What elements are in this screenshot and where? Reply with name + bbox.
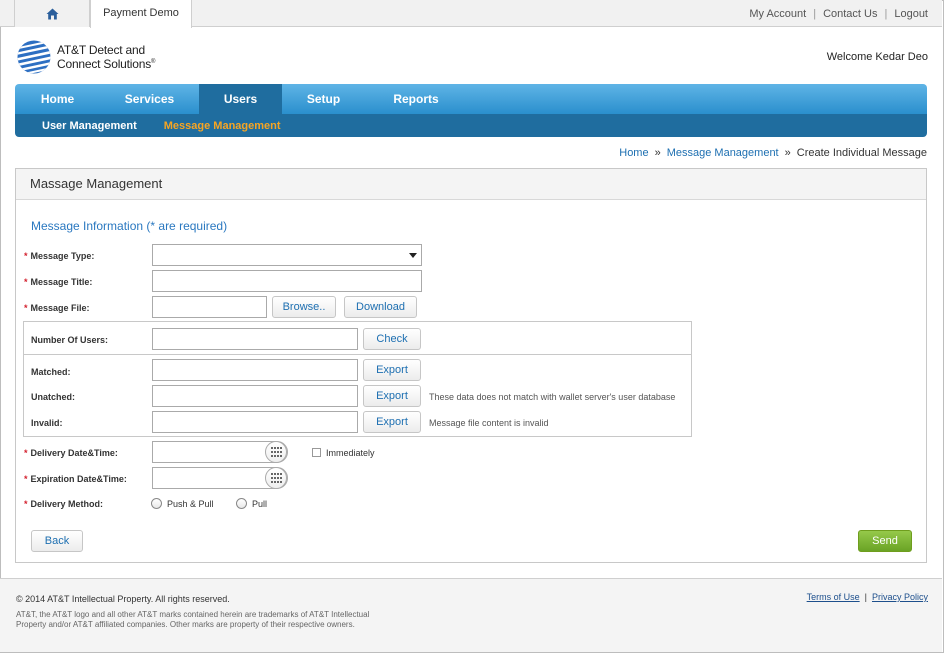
- required-mark: *: [24, 277, 28, 287]
- calendar-button[interactable]: [265, 467, 287, 489]
- message-file-input[interactable]: [152, 296, 267, 318]
- calendar-button[interactable]: [265, 441, 287, 463]
- message-title-label: * Message Title:: [24, 277, 92, 287]
- link-separator: |: [864, 592, 867, 602]
- nav-item-users[interactable]: Users: [199, 84, 282, 114]
- breadcrumb-separator: »: [784, 147, 791, 159]
- breadcrumb-home[interactable]: Home: [619, 147, 648, 159]
- tab-payment-demo[interactable]: Payment Demo: [90, 0, 192, 28]
- nav-sub: User Management Message Management: [15, 114, 927, 137]
- registered-mark: ®: [151, 59, 156, 65]
- download-button[interactable]: Download: [344, 296, 417, 318]
- required-mark: *: [24, 251, 28, 261]
- subnav-message-management[interactable]: Message Management: [164, 120, 281, 132]
- message-type-label: * Message Type:: [24, 251, 94, 261]
- invalid-input[interactable]: [152, 411, 358, 433]
- expiration-datetime-label-text: Expiration Date&Time:: [30, 474, 127, 484]
- top-links: My Account | Contact Us | Logout: [749, 8, 928, 20]
- breadcrumb: Home » Message Management » Create Individua…: [619, 147, 927, 159]
- footer-links: Terms of Use | Privacy Policy: [807, 592, 928, 602]
- message-type-label-text: Message Type:: [30, 251, 95, 261]
- push-pull-radio[interactable]: [151, 498, 162, 509]
- breadcrumb-current: Create Individual Message: [796, 147, 927, 159]
- expiration-datetime-label: * Expiration Date&Time:: [24, 474, 127, 484]
- privacy-policy-link[interactable]: Privacy Policy: [872, 592, 928, 602]
- nav-item-services[interactable]: Services: [100, 84, 199, 114]
- message-file-label-text: Message File:: [30, 303, 90, 313]
- panel-title: Massage Management: [16, 169, 926, 200]
- my-account-link[interactable]: My Account: [749, 8, 806, 20]
- required-mark: *: [24, 474, 28, 484]
- delivery-method-label-text: Delivery Method:: [30, 499, 104, 509]
- welcome-text: Welcome Kedar Deo: [826, 51, 928, 63]
- brand-line-1: AT&T Detect and: [57, 43, 145, 57]
- delivery-method-label: * Delivery Method:: [24, 499, 103, 509]
- calendar-icon: [270, 473, 282, 483]
- delivery-datetime-input[interactable]: [152, 441, 288, 463]
- check-button[interactable]: Check: [363, 328, 421, 350]
- delivery-datetime-label-text: Delivery Date&Time:: [30, 448, 118, 458]
- send-button[interactable]: Send: [858, 530, 912, 552]
- expiration-datetime-input[interactable]: [152, 467, 288, 489]
- link-separator: |: [884, 8, 888, 20]
- message-title-label-text: Message Title:: [30, 277, 93, 287]
- nav-main: Home Services Users Setup Reports: [15, 84, 927, 114]
- home-tab[interactable]: [14, 0, 90, 27]
- nav-item-reports[interactable]: Reports: [365, 84, 467, 114]
- matched-input[interactable]: [152, 359, 358, 381]
- box-divider: [24, 354, 691, 355]
- brand-line-2: Connect Solutions®: [57, 56, 155, 70]
- link-separator: |: [813, 8, 817, 20]
- nav-item-home[interactable]: Home: [15, 84, 100, 114]
- delivery-datetime-label: * Delivery Date&Time:: [24, 448, 118, 458]
- att-globe-icon: [17, 40, 51, 74]
- number-of-users-label: Number Of Users:: [31, 335, 109, 345]
- push-pull-label: Push & Pull: [167, 499, 214, 509]
- home-icon: [46, 8, 58, 19]
- brand-line-2-text: Connect Solutions: [57, 57, 151, 71]
- required-mark: *: [24, 448, 28, 458]
- message-panel: Massage Management Message Information (…: [15, 168, 927, 563]
- att-logo[interactable]: AT&T Detect and Connect Solutions®: [17, 40, 155, 74]
- immediately-label: Immediately: [326, 448, 375, 458]
- logout-link[interactable]: Logout: [894, 8, 928, 20]
- top-bar: Payment Demo My Account | Contact Us | Logou…: [0, 0, 942, 28]
- unmatched-input[interactable]: [152, 385, 358, 407]
- unmatched-label: Unatched:: [31, 392, 76, 402]
- message-title-input[interactable]: [152, 270, 422, 292]
- immediately-checkbox[interactable]: [312, 448, 321, 457]
- copyright: © 2014 AT&T Intellectual Property. All r…: [16, 594, 230, 604]
- user-count-box: Number Of Users: Check Matched: Export U…: [23, 321, 692, 437]
- message-file-label: * Message File:: [24, 303, 90, 313]
- chevron-down-icon: [409, 253, 417, 258]
- invalid-label: Invalid:: [31, 418, 63, 428]
- brand-text: AT&T Detect and Connect Solutions®: [57, 44, 155, 70]
- matched-label: Matched:: [31, 367, 71, 377]
- subnav-user-management[interactable]: User Management: [42, 120, 137, 132]
- required-mark: *: [24, 303, 28, 313]
- browse-button[interactable]: Browse..: [272, 296, 336, 318]
- terms-of-use-link[interactable]: Terms of Use: [807, 592, 860, 602]
- nav-item-setup[interactable]: Setup: [282, 84, 365, 114]
- section-title: Message Information (* are required): [31, 219, 228, 233]
- export-invalid-button[interactable]: Export: [363, 411, 421, 433]
- contact-us-link[interactable]: Contact Us: [823, 8, 877, 20]
- number-of-users-input[interactable]: [152, 328, 358, 350]
- breadcrumb-message-management[interactable]: Message Management: [667, 147, 779, 159]
- invalid-note: Message file content is invalid: [429, 418, 549, 428]
- footer: © 2014 AT&T Intellectual Property. All r…: [0, 578, 942, 652]
- message-type-select[interactable]: [152, 244, 422, 266]
- back-button[interactable]: Back: [31, 530, 83, 552]
- breadcrumb-separator: »: [654, 147, 661, 159]
- export-matched-button[interactable]: Export: [363, 359, 421, 381]
- export-unmatched-button[interactable]: Export: [363, 385, 421, 407]
- required-mark: *: [24, 499, 28, 509]
- legal-text: AT&T, the AT&T logo and all other AT&T m…: [16, 610, 370, 629]
- pull-radio[interactable]: [236, 498, 247, 509]
- unmatched-note: These data does not match with wallet se…: [429, 392, 676, 402]
- calendar-icon: [270, 447, 282, 457]
- main-nav: Home Services Users Setup Reports User M…: [15, 84, 927, 137]
- pull-label: Pull: [252, 499, 268, 509]
